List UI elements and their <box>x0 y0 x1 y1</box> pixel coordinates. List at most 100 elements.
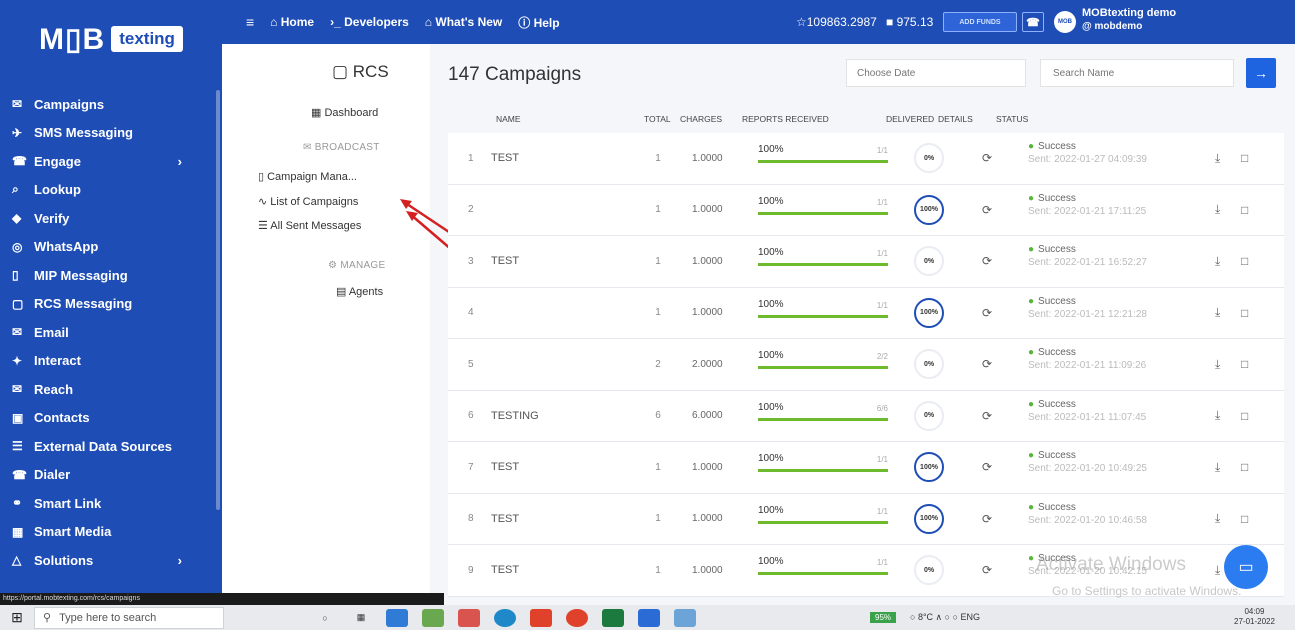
sidebar-scrollbar[interactable] <box>216 90 220 510</box>
add-funds-button[interactable]: ADD FUNDS <box>943 12 1017 32</box>
sidebar-item-rcs-messaging[interactable]: ▢ RCS Messaging <box>0 290 222 319</box>
table-header: NAME TOTAL CHARGES REPORTS RECEIVED DELI… <box>448 104 1284 133</box>
download-icon[interactable]: ⤓ <box>1215 460 1220 475</box>
table-row[interactable]: 6 TESTING 6 6.0000 100% 6/6 0% ⟳ ● Success Sent: 2… <box>448 390 1284 442</box>
reports-percent: 100% <box>758 556 784 568</box>
refresh-details-icon[interactable]: ⟳ <box>982 460 992 474</box>
table-row[interactable]: 2 1 1.0000 100% 1/1 100% ⟳ ● Success Sent: 2022-0… <box>448 184 1284 236</box>
search-icon: ⚲ <box>43 612 52 624</box>
refresh-details-icon[interactable]: ⟳ <box>982 151 992 165</box>
phone-icon[interactable]: ☎ <box>1022 12 1044 32</box>
sidebar-item-email[interactable]: ✉ Email <box>0 318 222 347</box>
date-picker-input[interactable] <box>846 59 1026 87</box>
refresh-details-icon[interactable]: ⟳ <box>982 409 992 423</box>
table-row[interactable]: 5 2 2.0000 100% 2/2 0% ⟳ ● Success Sent: 2022-01-… <box>448 339 1284 391</box>
sidebar-item-external-data-sources[interactable]: ☰ External Data Sources <box>0 432 222 461</box>
user-name[interactable]: MOBtexting demo <box>1082 7 1176 20</box>
download-icon[interactable]: ⤓ <box>1215 408 1220 423</box>
excel-icon[interactable] <box>602 608 624 627</box>
message-icon[interactable]: □ <box>1241 306 1248 320</box>
search-button[interactable]: → <box>1246 58 1276 88</box>
avatar[interactable]: MOB <box>1054 11 1076 33</box>
message-icon[interactable]: □ <box>1241 512 1248 526</box>
sidebar-item-sms-messaging[interactable]: ✈ SMS Messaging <box>0 119 222 148</box>
chrome-icon[interactable] <box>566 608 588 627</box>
sidebar-item-interact[interactable]: ✦ Interact <box>0 347 222 376</box>
table-row[interactable]: 8 TEST 1 1.0000 100% 1/1 100% ⟳ ● Success Sent: 20… <box>448 493 1284 545</box>
sidebar-item-dialer[interactable]: ☎ Dialer <box>0 461 222 490</box>
row-index: 9 <box>468 564 474 576</box>
subnav-list-of-campaigns[interactable]: ∿ List of Campaigns <box>258 195 358 208</box>
hamburger-menu-icon[interactable]: ≡ <box>246 14 254 30</box>
sidebar-item-whatsapp[interactable]: ◎ WhatsApp <box>0 233 222 262</box>
success-dot-icon: ● <box>1028 398 1035 410</box>
sidebar-item-campaigns[interactable]: ✉ Campaigns <box>0 90 222 119</box>
help-link[interactable]: ⓘ Help <box>518 14 559 31</box>
download-icon[interactable]: ⤓ <box>1215 151 1220 166</box>
task-view-icon[interactable]: ▦ <box>350 609 372 627</box>
app-icon[interactable] <box>638 608 660 627</box>
app-icon[interactable] <box>458 608 480 627</box>
subnav-dashboard[interactable]: ▦ Dashboard <box>311 106 378 119</box>
battery-indicator[interactable]: 95% <box>870 612 897 623</box>
home-link[interactable]: ⌂ Home <box>270 15 314 29</box>
refresh-details-icon[interactable]: ⟳ <box>982 203 992 217</box>
sidebar-item-icon: ✉ <box>12 325 23 340</box>
download-icon[interactable]: ⤓ <box>1215 305 1220 320</box>
success-dot-icon: ● <box>1028 244 1035 255</box>
mobtexting-logo[interactable]: M▯B texting <box>0 0 222 78</box>
whats-new-link[interactable]: ⌂ What's New <box>425 15 502 29</box>
developers-link[interactable]: ›_ Developers <box>330 15 409 29</box>
tray-icons[interactable]: ○ 8°C ∧ ○ ○ ENG <box>910 612 980 623</box>
refresh-details-icon[interactable]: ⟳ <box>982 306 992 320</box>
app-icon[interactable] <box>530 608 552 627</box>
chat-icon: ▭ <box>1238 559 1254 576</box>
download-icon[interactable]: ⤓ <box>1215 254 1220 269</box>
refresh-details-icon[interactable]: ⟳ <box>982 357 992 371</box>
sidebar-item-lookup[interactable]: ⌕ Lookup <box>0 176 222 205</box>
subnav-all-sent-messages[interactable]: ☰ All Sent Messages <box>258 219 361 232</box>
sidebar-item-smart-link[interactable]: ⚭ Smart Link <box>0 489 222 518</box>
sidebar-item-contacts[interactable]: ▣ Contacts <box>0 404 222 433</box>
table-row[interactable]: 4 1 1.0000 100% 1/1 100% ⟳ ● Success Sent: 2022-0… <box>448 287 1284 339</box>
system-tray: 95% ○ 8°C ∧ ○ ○ ENG <box>870 605 980 630</box>
refresh-details-icon[interactable]: ⟳ <box>982 254 992 268</box>
sidebar-item-verify[interactable]: ◆ Verify <box>0 204 222 233</box>
subnav-campaign-manager[interactable]: ▯ Campaign Mana... <box>258 170 357 183</box>
table-row[interactable]: 1 TEST 1 1.0000 100% 1/1 0% ⟳ ● Success Sent: 2022… <box>448 133 1284 185</box>
message-icon[interactable]: □ <box>1241 254 1248 268</box>
refresh-details-icon[interactable]: ⟳ <box>982 563 992 577</box>
app-icon[interactable] <box>422 608 444 627</box>
reports-fraction: 1/1 <box>876 300 888 310</box>
download-icon[interactable]: ⤓ <box>1215 357 1220 372</box>
app-icon[interactable] <box>674 608 696 627</box>
download-icon[interactable]: ⤓ <box>1215 511 1220 526</box>
message-icon[interactable]: □ <box>1241 409 1248 423</box>
status-text: Success <box>1038 501 1076 513</box>
sidebar-item-smart-media[interactable]: ▦ Smart Media <box>0 518 222 547</box>
reports-fraction: 1/1 <box>876 249 888 259</box>
refresh-details-icon[interactable]: ⟳ <box>982 512 992 526</box>
table-row[interactable]: 3 TEST 1 1.0000 100% 1/1 0% ⟳ ● Success Sent: 2022… <box>448 236 1284 288</box>
sidebar-item-engage[interactable]: ☎ Engage › <box>0 147 222 176</box>
sidebar-item-icon: ✉ <box>12 382 23 397</box>
message-icon[interactable]: □ <box>1241 203 1248 217</box>
windows-start-icon[interactable]: ⊞ <box>0 605 34 630</box>
sidebar-item-reach[interactable]: ✉ Reach <box>0 375 222 404</box>
sidebar-item-solutions[interactable]: △ Solutions › <box>0 546 222 575</box>
chat-widget-button[interactable]: ▭ <box>1224 545 1268 589</box>
cortana-icon[interactable]: ○ <box>314 609 336 627</box>
message-icon[interactable]: □ <box>1241 357 1248 371</box>
download-icon[interactable]: ⤓ <box>1215 202 1220 217</box>
edge-browser-icon[interactable] <box>494 608 516 627</box>
search-name-input[interactable] <box>1040 59 1234 87</box>
download-icon[interactable]: ⤓ <box>1215 563 1220 578</box>
subnav-agents[interactable]: ▤ Agents <box>336 285 383 298</box>
file-explorer-icon[interactable] <box>386 608 408 627</box>
taskbar-clock[interactable]: 04:09 27-01-2022 <box>1234 607 1275 627</box>
sidebar-item-mip-messaging[interactable]: ▯ MIP Messaging <box>0 261 222 290</box>
message-icon[interactable]: □ <box>1241 151 1248 165</box>
message-icon[interactable]: □ <box>1241 460 1248 474</box>
table-row[interactable]: 7 TEST 1 1.0000 100% 1/1 100% ⟳ ● Success Sent: 20… <box>448 442 1284 494</box>
taskbar-search-box[interactable]: ⚲ Type here to search <box>34 606 224 629</box>
